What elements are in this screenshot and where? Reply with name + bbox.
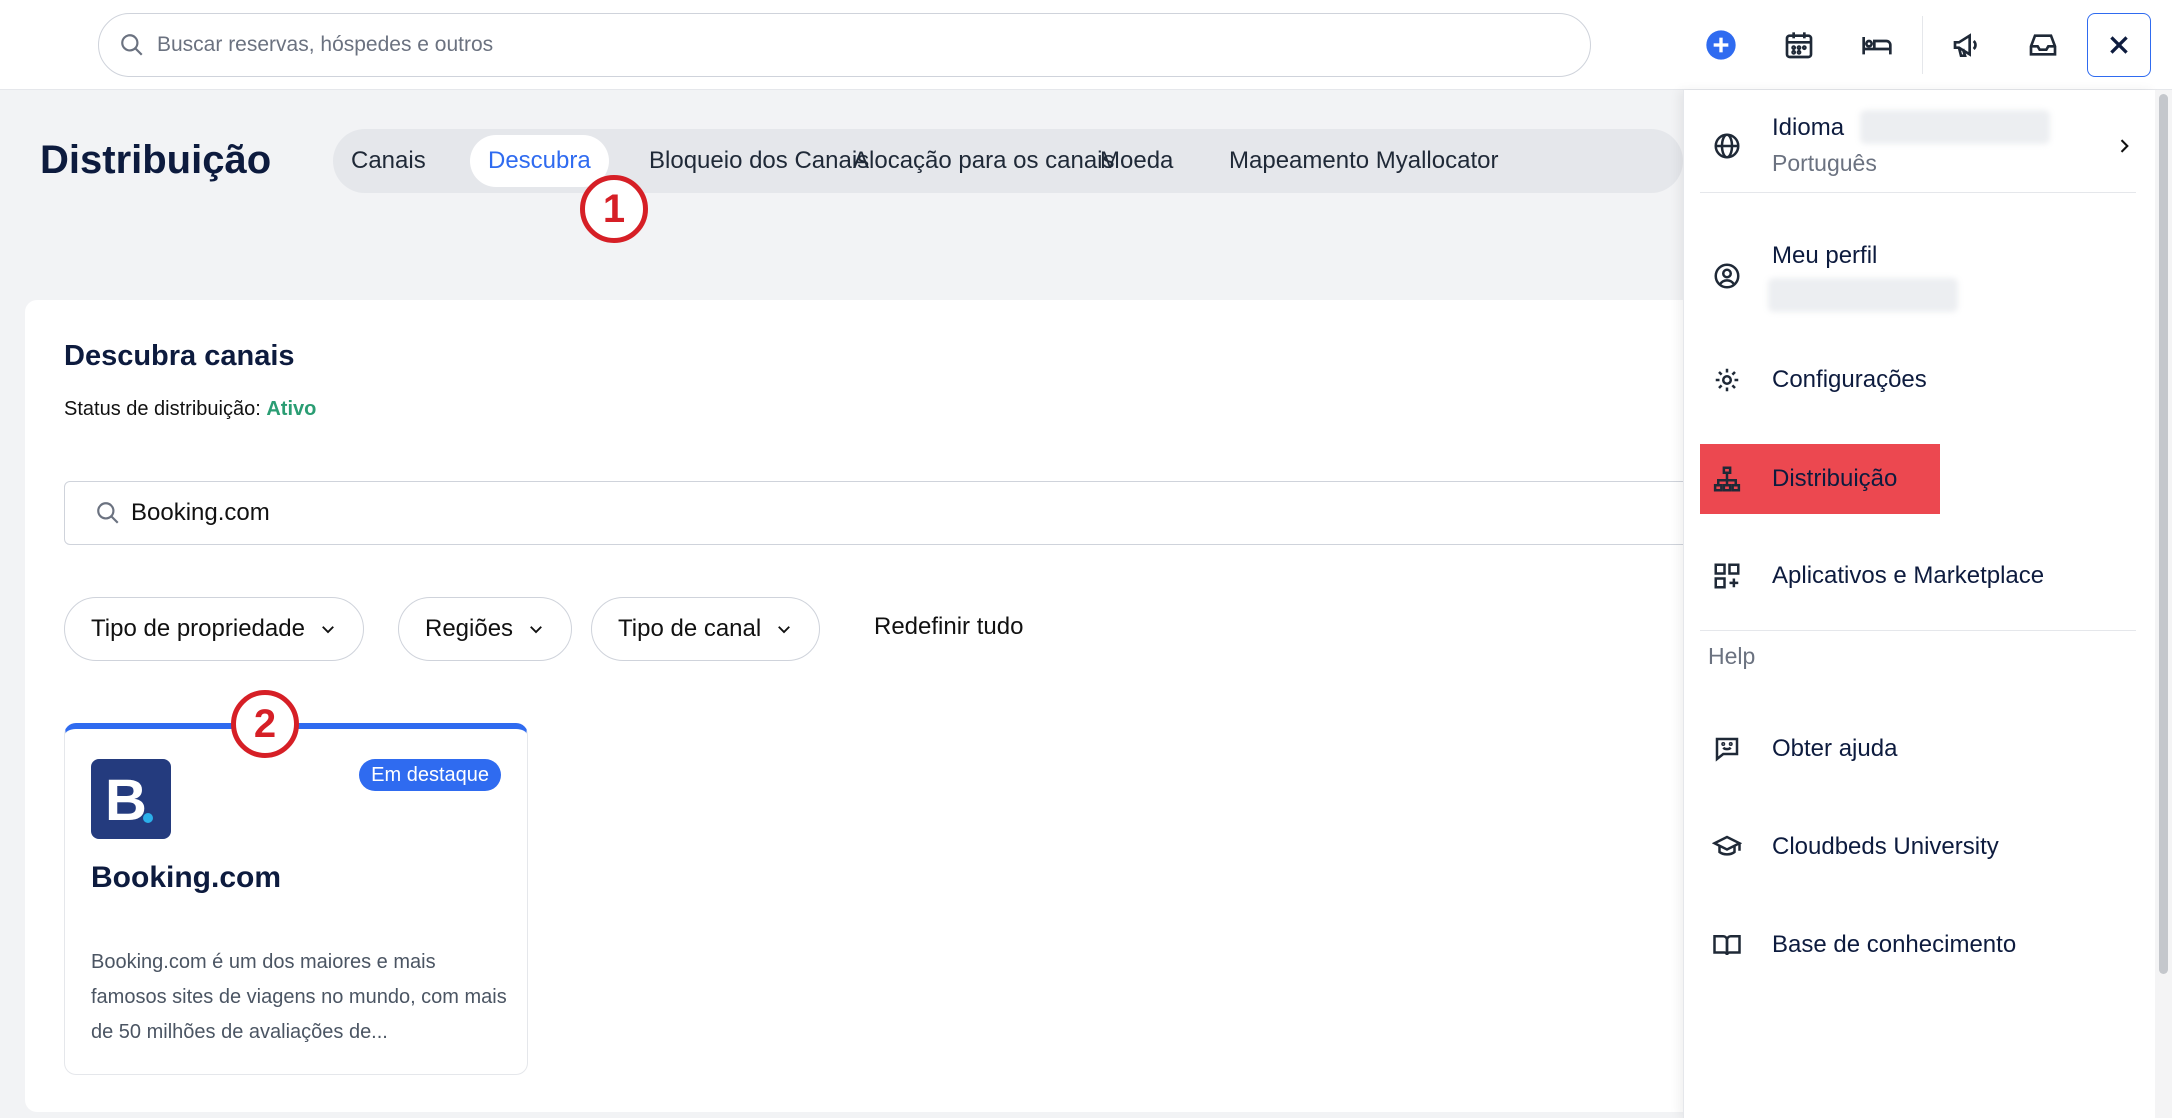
tab-canais[interactable]: Canais bbox=[333, 135, 444, 187]
menu-item-knowledge-base[interactable]: Base de conhecimento bbox=[1700, 921, 2140, 969]
menu-divider bbox=[1700, 192, 2136, 193]
status-label: Status de distribuição: bbox=[64, 398, 261, 420]
menu-settings-label: Configurações bbox=[1772, 366, 1927, 393]
bed-icon[interactable] bbox=[1857, 25, 1897, 65]
menu-university-label: Cloudbeds University bbox=[1772, 833, 1999, 860]
tab-bar: Canais Descubra Bloqueio dos Canais Aloc… bbox=[333, 129, 1683, 193]
filter-label: Regiões bbox=[425, 615, 514, 642]
menu-knowledge-base-label: Base de conhecimento bbox=[1772, 931, 2017, 958]
distribution-status: Status de distribuição: Ativo bbox=[64, 398, 316, 421]
menu-item-apps-marketplace[interactable]: Aplicativos e Marketplace bbox=[1700, 552, 2140, 600]
filter-property-type[interactable]: Tipo de propriedade bbox=[64, 597, 364, 661]
chevron-down-icon bbox=[322, 626, 334, 634]
apps-grid-icon bbox=[1714, 563, 1740, 589]
menu-item-get-help[interactable]: Obter ajuda bbox=[1700, 725, 2140, 773]
search-icon bbox=[121, 34, 143, 56]
chat-icon bbox=[1715, 737, 1739, 762]
scrollbar[interactable] bbox=[2155, 90, 2172, 1118]
booking-logo-letter: B bbox=[105, 768, 147, 833]
global-search-input[interactable]: Buscar reservas, hóspedes e outros bbox=[98, 13, 1591, 77]
page-title: Distribuição bbox=[40, 138, 272, 182]
globe-icon bbox=[1714, 133, 1740, 159]
global-search-placeholder: Buscar reservas, hóspedes e outros bbox=[157, 33, 494, 56]
inbox-icon[interactable] bbox=[2023, 25, 2063, 65]
channel-card-booking[interactable]: B Em destaque Booking.com Booking.com é … bbox=[64, 723, 528, 1075]
channel-search-value: Booking.com bbox=[131, 499, 270, 526]
tab-mapeamento-myallocator[interactable]: Mapeamento Myallocator bbox=[1211, 135, 1516, 187]
menu-apps-label: Aplicativos e Marketplace bbox=[1772, 562, 2045, 589]
annotation-marker-1: 1 bbox=[580, 175, 648, 243]
card-description: Booking.com é um dos maiores e mais famo… bbox=[91, 951, 507, 1043]
menu-item-distribution[interactable]: Distribuição bbox=[1700, 455, 2140, 503]
megaphone-icon[interactable] bbox=[1947, 25, 1987, 65]
gear-icon bbox=[1715, 368, 1739, 392]
card-title: Booking.com bbox=[91, 861, 282, 894]
chevron-down-icon bbox=[530, 626, 542, 634]
close-icon bbox=[2110, 36, 2128, 54]
menu-item-settings[interactable]: Configurações bbox=[1700, 356, 2140, 404]
menu-profile-label: Meu perfil bbox=[1772, 242, 1878, 269]
section-title: Descubra canais bbox=[64, 340, 295, 372]
menu-language-label: Idioma bbox=[1772, 114, 1845, 141]
reset-filters-link[interactable]: Redefinir tudo bbox=[874, 613, 1023, 641]
chevron-down-icon bbox=[778, 626, 791, 634]
top-bar: Buscar reservas, hóspedes e outros bbox=[0, 0, 2172, 90]
book-open-icon bbox=[1713, 935, 1741, 956]
search-icon bbox=[97, 502, 119, 524]
menu-divider bbox=[1700, 630, 2136, 631]
status-value: Ativo bbox=[266, 398, 317, 420]
help-heading: Help bbox=[1708, 643, 1756, 669]
user-circle-icon bbox=[1714, 263, 1740, 289]
booking-logo: B bbox=[91, 759, 171, 839]
calendar-icon[interactable] bbox=[1779, 25, 1819, 65]
filter-regions[interactable]: Regiões bbox=[398, 597, 573, 661]
sitemap-icon bbox=[1713, 466, 1741, 492]
topbar-divider bbox=[1922, 16, 1923, 74]
chevron-right-icon bbox=[2120, 139, 2129, 153]
add-icon[interactable] bbox=[1701, 25, 1741, 65]
filter-label: Tipo de canal bbox=[618, 615, 762, 642]
menu-language-value: Português bbox=[1772, 150, 1877, 176]
menu-item-university[interactable]: Cloudbeds University bbox=[1700, 823, 2140, 871]
tab-moeda[interactable]: Moeda bbox=[1082, 135, 1191, 187]
menu-item-language[interactable]: Idioma Português bbox=[1700, 104, 2140, 188]
annotation-marker-2: 2 bbox=[231, 690, 299, 758]
close-button[interactable] bbox=[2087, 13, 2151, 77]
graduation-cap-icon bbox=[1712, 835, 1742, 856]
menu-get-help-label: Obter ajuda bbox=[1772, 735, 1898, 762]
tab-descubra[interactable]: Descubra bbox=[470, 135, 609, 187]
menu-item-profile[interactable]: Meu perfil bbox=[1700, 232, 2140, 322]
redacted-field bbox=[1860, 110, 2050, 144]
channel-search-input[interactable]: Booking.com bbox=[64, 481, 1724, 545]
scrollbar-thumb[interactable] bbox=[2159, 94, 2168, 974]
featured-badge: Em destaque bbox=[359, 759, 501, 791]
filter-channel-type[interactable]: Tipo de canal bbox=[591, 597, 821, 661]
filter-label: Tipo de propriedade bbox=[91, 615, 305, 642]
redacted-field bbox=[1768, 278, 1958, 312]
menu-distribution-label: Distribuição bbox=[1772, 465, 1898, 492]
